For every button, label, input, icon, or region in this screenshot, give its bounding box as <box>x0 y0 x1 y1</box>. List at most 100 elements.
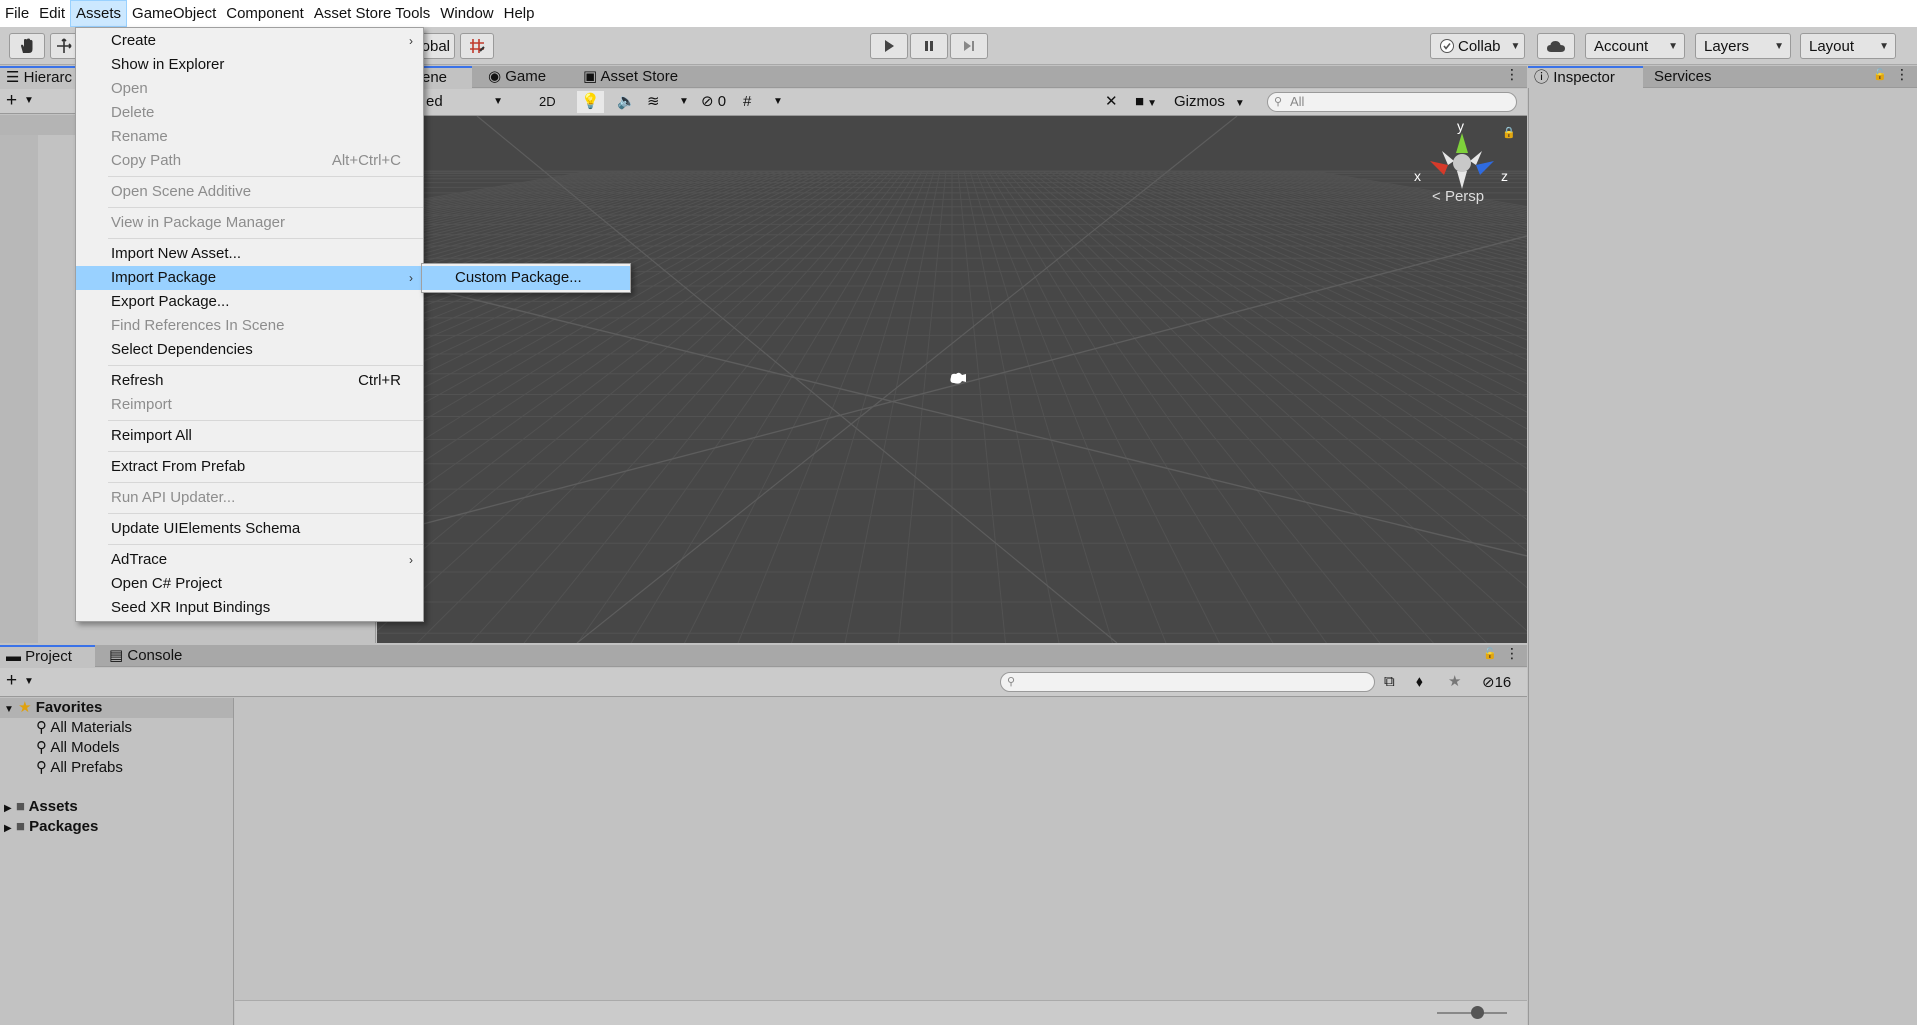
effects-dropdown[interactable]: ▼ <box>675 91 693 113</box>
menu-item-extract-from-prefab[interactable]: Extract From Prefab <box>76 455 423 479</box>
add-icon[interactable]: + <box>6 670 17 692</box>
grid-dropdown[interactable]: ▼ <box>769 91 787 113</box>
hand-icon <box>21 38 33 53</box>
scene-view[interactable]: y x z 🔒 < Persp <box>377 116 1527 643</box>
inspector-tab-label: Inspector <box>1553 69 1615 86</box>
shading-mode-dropdown[interactable]: ed ▼ <box>422 91 507 113</box>
layers-label: Layers <box>1704 37 1750 55</box>
services-tab-label: Services <box>1654 68 1712 85</box>
project-toolbar: + ▼ ⚲ ⧉ ⬧ ★ ⊘16 <box>0 668 1527 697</box>
menu-item-open[interactable]: Open <box>76 77 423 101</box>
favorite-item[interactable]: ⚲ All Prefabs <box>36 758 123 778</box>
2d-toggle[interactable]: 2D <box>535 91 560 113</box>
chevron-down-icon: ▼ <box>1510 40 1521 52</box>
menu-item-open-scene-additive[interactable]: Open Scene Additive <box>76 180 423 204</box>
menu-item-copy-path[interactable]: Copy Path Alt+Ctrl+C <box>76 149 423 173</box>
menu-asset-store-tools[interactable]: Asset Store Tools <box>309 0 435 27</box>
tools-toggle[interactable]: ✕ <box>1101 91 1122 113</box>
chevron-down-icon[interactable]: ▼ <box>24 676 34 687</box>
tab-inspector[interactable]: ⓘ Inspector <box>1528 66 1643 88</box>
favorite-item[interactable]: ⚲ All Models <box>36 738 120 758</box>
add-icon[interactable]: + <box>6 90 17 112</box>
menu-item-seed-xr-input-bindings[interactable]: Seed XR Input Bindings <box>76 596 423 620</box>
tab-console[interactable]: ▤ Console <box>103 645 203 667</box>
grid-toggle[interactable]: # <box>739 91 755 113</box>
menu-item-custom-package[interactable]: Custom Package... <box>422 266 630 290</box>
project-search-input[interactable]: ⚲ <box>1000 672 1375 692</box>
grid-icon: # <box>743 93 752 110</box>
layout-label: Layout <box>1809 37 1855 55</box>
tab-game[interactable]: ◉ Game <box>482 66 567 88</box>
audio-toggle[interactable]: 🔈 <box>613 91 640 113</box>
menu-item-run-api-updater[interactable]: Run API Updater... <box>76 486 423 510</box>
more-options-icon[interactable]: ⋮ <box>1895 66 1909 83</box>
camera-dropdown[interactable]: ■ ▼ <box>1131 91 1161 113</box>
filter-by-type-icon[interactable]: ⧉ <box>1384 673 1395 690</box>
star-icon[interactable]: ★ <box>1448 672 1461 690</box>
lighting-toggle[interactable]: 💡 <box>577 91 604 113</box>
menu-gameobject[interactable]: GameObject <box>127 0 221 27</box>
menu-window[interactable]: Window <box>435 0 498 27</box>
menu-edit[interactable]: Edit <box>34 0 70 27</box>
menu-item-create[interactable]: Create › <box>76 29 423 53</box>
tab-project[interactable]: ▬ Project <box>0 645 95 667</box>
menu-item-delete[interactable]: Delete <box>76 101 423 125</box>
tab-asset-store[interactable]: ▣ Asset Store <box>577 66 697 88</box>
filter-by-label-icon[interactable]: ⬧ <box>1416 673 1423 690</box>
more-options-icon[interactable]: ⋮ <box>1505 66 1519 83</box>
bag-icon: ▣ <box>583 68 598 85</box>
more-options-icon[interactable]: ⋮ <box>1505 645 1519 662</box>
menu-item-find-references-in-scene[interactable]: Find References In Scene <box>76 314 423 338</box>
lock-icon[interactable]: 🔓 <box>1873 68 1887 81</box>
menu-item-reimport[interactable]: Reimport <box>76 393 423 417</box>
grid-snap-button[interactable] <box>460 33 494 59</box>
layers-dropdown[interactable]: Layers ▼ <box>1695 33 1791 59</box>
collab-dropdown[interactable]: Collab ▼ <box>1430 33 1525 59</box>
menu-item-refresh[interactable]: Refresh Ctrl+R <box>76 369 423 393</box>
axis-z-label: z <box>1501 168 1508 184</box>
scene-tabbar: ene ◉ Game ▣ Asset Store ⋮ <box>377 66 1527 88</box>
hidden-packages-toggle[interactable]: ⊘16 <box>1482 673 1511 691</box>
menu-item-adtrace[interactable]: AdTrace › <box>76 548 423 572</box>
menu-assets[interactable]: Assets <box>70 0 128 27</box>
move-tool-button[interactable] <box>50 33 78 59</box>
menu-item-select-dependencies[interactable]: Select Dependencies <box>76 338 423 362</box>
menu-item-import-new-asset[interactable]: Import New Asset... <box>76 242 423 266</box>
menu-item-update-uielements-schema[interactable]: Update UIElements Schema <box>76 517 423 541</box>
icon-size-slider-handle[interactable] <box>1471 1006 1484 1019</box>
gizmos-dropdown[interactable]: Gizmos ▼ <box>1170 91 1249 113</box>
cloud-button[interactable] <box>1537 33 1575 59</box>
favorites-row[interactable]: ▼ ★ Favorites <box>4 698 102 718</box>
effects-toggle[interactable]: ≋ <box>643 91 664 113</box>
lock-icon[interactable]: 🔓 <box>1483 647 1497 660</box>
pause-button[interactable] <box>910 33 948 59</box>
lock-icon[interactable]: 🔒 <box>1502 126 1516 139</box>
menu-item-view-in-package-manager[interactable]: View in Package Manager <box>76 211 423 235</box>
menu-item-open-c-project[interactable]: Open C# Project <box>76 572 423 596</box>
chevron-down-icon[interactable]: ▼ <box>24 95 34 106</box>
account-dropdown[interactable]: Account ▼ <box>1585 33 1685 59</box>
tab-services[interactable]: Services <box>1648 66 1738 88</box>
menu-item-reimport-all[interactable]: Reimport All <box>76 424 423 448</box>
project-content-area[interactable] <box>235 698 1527 1000</box>
menu-component[interactable]: Component <box>221 0 309 27</box>
step-button[interactable] <box>950 33 988 59</box>
hand-tool-button[interactable] <box>9 33 45 59</box>
favorite-item[interactable]: ⚲ All Materials <box>36 718 132 738</box>
menu-item-rename[interactable]: Rename <box>76 125 423 149</box>
menu-item-show-in-explorer[interactable]: Show in Explorer <box>76 53 423 77</box>
chevron-down-icon: ▼ <box>773 96 783 107</box>
menu-item-shortcut: Ctrl+R <box>358 372 401 389</box>
menu-item-import-package[interactable]: Import Package › <box>76 266 423 290</box>
menu-help[interactable]: Help <box>499 0 540 27</box>
folder-row-packages[interactable]: ▶ ■ Packages <box>4 817 98 837</box>
projection-toggle[interactable]: < Persp <box>1432 188 1484 205</box>
play-button[interactable] <box>870 33 908 59</box>
folder-row-assets[interactable]: ▶ ■ Assets <box>4 797 78 817</box>
hidden-objects-toggle[interactable]: ⊘ 0 <box>697 91 730 113</box>
menu-file[interactable]: File <box>0 0 34 27</box>
scene-search-input[interactable]: ⚲ All <box>1267 92 1517 112</box>
chevron-down-icon: ▼ <box>4 704 14 715</box>
menu-item-export-package[interactable]: Export Package... <box>76 290 423 314</box>
layout-dropdown[interactable]: Layout ▼ <box>1800 33 1896 59</box>
